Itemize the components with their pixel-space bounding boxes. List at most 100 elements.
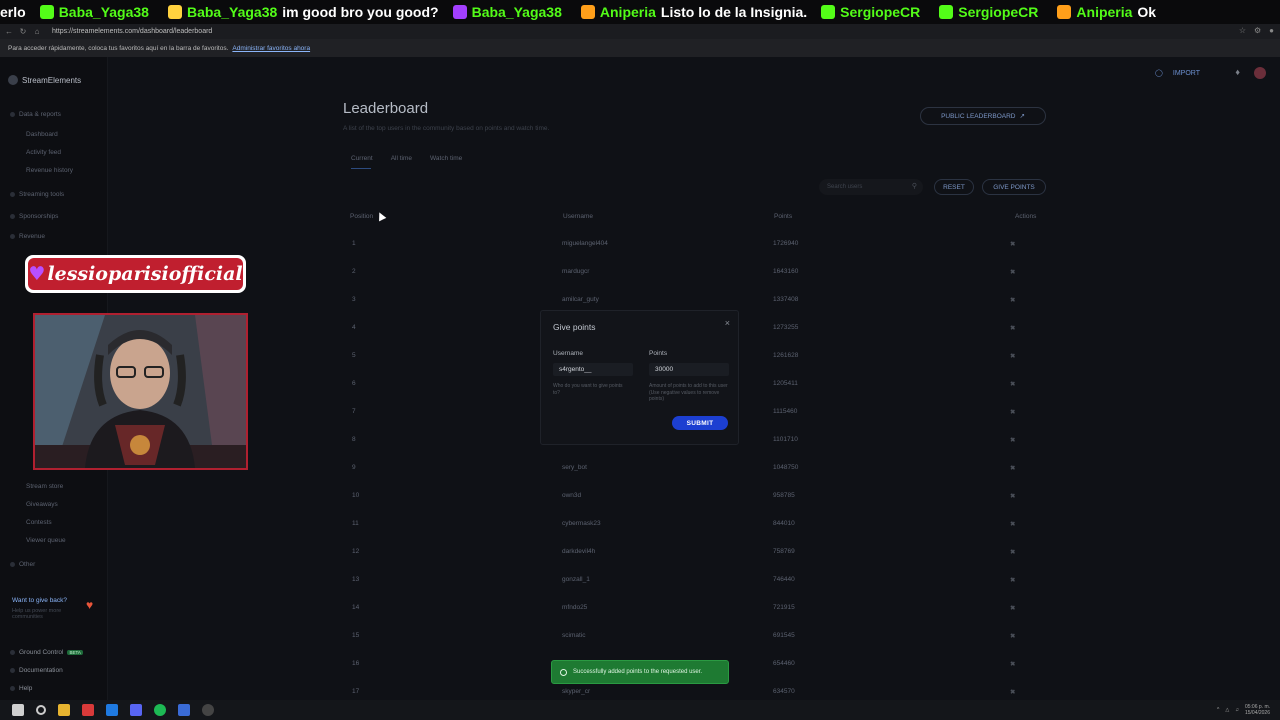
sidebar-item[interactable]: Stream store — [26, 483, 63, 490]
chevron-up-icon[interactable]: ^ — [1217, 707, 1219, 713]
sidebar-item[interactable]: Viewer queue — [26, 537, 66, 544]
header-username[interactable]: Username — [563, 213, 593, 220]
volume-icon[interactable]: ♫ — [1235, 707, 1239, 713]
row-position: 7 — [352, 408, 356, 415]
sidebar-item-label: Stream store — [26, 483, 64, 490]
wifi-icon[interactable]: △ — [1225, 707, 1229, 713]
delete-icon[interactable]: ✖ — [1010, 688, 1015, 696]
reload-icon[interactable]: ↻ — [18, 27, 28, 36]
points-hint: Amount of points to add to this user (Us… — [649, 383, 728, 402]
row-points: 746440 — [773, 576, 795, 583]
table-row: 11 cybermask23 844010 ✎ ✖ — [350, 520, 1040, 530]
bell-icon[interactable]: ♦ — [1235, 67, 1240, 77]
username-hint: Who do you want to give points to? — [553, 383, 623, 396]
delete-icon[interactable]: ✖ — [1010, 604, 1015, 612]
obs-icon[interactable] — [202, 704, 214, 716]
sidebar-item[interactable]: Other — [10, 561, 35, 568]
giveback-title[interactable]: Want to give back? — [12, 597, 67, 604]
sidebar-item[interactable]: Activity feed — [26, 149, 61, 156]
header-position[interactable]: Position — [350, 213, 373, 220]
tab-watch-time[interactable]: Watch time — [430, 155, 462, 162]
submit-button[interactable]: SUBMIT — [672, 416, 728, 430]
delete-icon[interactable]: ✖ — [1010, 660, 1015, 668]
app-icon-blue[interactable] — [178, 704, 190, 716]
browser-url-bar[interactable]: ← ↻ ⌂ https://streamelements.com/dashboa… — [0, 24, 1280, 39]
public-leaderboard-button[interactable]: PUBLIC LEADERBOARD ↗ — [920, 107, 1046, 125]
give-points-button[interactable]: GIVE POINTS — [982, 179, 1046, 195]
favbar-link[interactable]: Administrar favoritos ahora — [232, 45, 310, 52]
delete-icon[interactable]: ✖ — [1010, 520, 1015, 528]
row-username: skyper_cr — [562, 688, 591, 695]
badge-icon — [167, 5, 182, 19]
sidebar-item[interactable]: Revenue history — [26, 167, 73, 174]
sidebar-item-label: Streaming tools — [19, 191, 65, 198]
import-icon: ◯ — [1155, 70, 1163, 77]
reset-button[interactable]: RESET — [934, 179, 974, 195]
sidebar-item[interactable]: Contests — [26, 519, 52, 526]
file-explorer-icon[interactable] — [58, 704, 70, 716]
heart-icon: ♥ — [28, 263, 46, 285]
row-position: 8 — [352, 436, 356, 443]
sidebar-item-label: Data & reports — [19, 111, 61, 118]
close-icon[interactable]: × — [725, 318, 730, 328]
sidebar-bottom-item[interactable]: Ground Control BETA — [10, 649, 83, 656]
row-points: 1337408 — [773, 296, 799, 303]
search-placeholder: Search users — [827, 184, 863, 190]
delete-icon[interactable]: ✖ — [1010, 576, 1015, 584]
row-points: 1205411 — [773, 380, 798, 387]
delete-icon[interactable]: ✖ — [1010, 408, 1015, 416]
row-points: 1115460 — [773, 408, 798, 415]
points-field[interactable]: 30000 — [649, 363, 729, 376]
delete-icon[interactable]: ✖ — [1010, 492, 1015, 500]
home-icon[interactable]: ⌂ — [32, 27, 42, 36]
delete-icon[interactable]: ✖ — [1010, 632, 1015, 640]
start-icon[interactable] — [12, 704, 24, 716]
sidebar-item[interactable]: Giveaways — [26, 501, 58, 508]
sidebar-item[interactable]: Sponsorships — [10, 213, 58, 220]
extensions-icon[interactable]: ⚙ — [1254, 26, 1261, 35]
username-field[interactable]: s4rgento__ — [553, 363, 633, 376]
delete-icon[interactable]: ✖ — [1010, 464, 1015, 472]
ticker-username: Aniperia — [599, 4, 656, 20]
browser-icon[interactable] — [106, 704, 118, 716]
clock[interactable]: 05:06 p. m. 15/04/2026 — [1245, 704, 1270, 716]
menu-icon — [10, 191, 15, 197]
row-username: sery_bot — [562, 464, 587, 471]
search-icon[interactable] — [36, 705, 46, 715]
sidebar-item[interactable]: Dashboard — [26, 131, 58, 138]
url-text[interactable]: https://streamelements.com/dashboard/lea… — [52, 28, 212, 35]
ticker-message: Baba_Yaga38 — [452, 4, 567, 20]
delete-icon[interactable]: ✖ — [1010, 436, 1015, 444]
delete-icon[interactable]: ✖ — [1010, 240, 1015, 248]
sidebar-item[interactable]: Streaming tools — [10, 191, 64, 198]
tab-current[interactable]: Current — [351, 155, 373, 162]
import-link[interactable]: ◯ IMPORT — [1155, 69, 1200, 78]
header-points[interactable]: Points — [774, 213, 792, 220]
tab-all-time[interactable]: All time — [391, 155, 412, 162]
star-icon[interactable]: ☆ — [1239, 26, 1246, 35]
table-row: 1 miguelangel404 1726940 ✎ ✖ — [350, 240, 1040, 250]
sidebar-bottom-item[interactable]: Help — [10, 685, 32, 692]
sidebar-item[interactable]: Data & reports — [10, 111, 61, 118]
badge-icon — [939, 5, 954, 19]
app-icon-red[interactable] — [82, 704, 94, 716]
profile-icon[interactable]: ● — [1269, 26, 1274, 35]
sidebar-item[interactable]: Revenue — [10, 233, 45, 240]
delete-icon[interactable]: ✖ — [1010, 380, 1015, 388]
menu-icon — [10, 233, 15, 239]
delete-icon[interactable]: ✖ — [1010, 548, 1015, 556]
delete-icon[interactable]: ✖ — [1010, 296, 1015, 304]
brand[interactable]: StreamElements — [8, 75, 81, 85]
table-row: 10 own3d 958785 ✎ ✖ — [350, 492, 1040, 502]
spotify-icon[interactable] — [154, 704, 166, 716]
row-points: 958785 — [773, 492, 795, 499]
search-input[interactable]: Search users ⚲ — [819, 179, 923, 195]
delete-icon[interactable]: ✖ — [1010, 352, 1015, 360]
table-row: 14 mfndo25 721915 ✎ ✖ — [350, 604, 1040, 614]
back-icon[interactable]: ← — [4, 27, 14, 36]
sidebar-bottom-item[interactable]: Documentation — [10, 667, 63, 674]
delete-icon[interactable]: ✖ — [1010, 268, 1015, 276]
discord-icon[interactable] — [130, 704, 142, 716]
delete-icon[interactable]: ✖ — [1010, 324, 1015, 332]
avatar[interactable] — [1254, 67, 1266, 79]
